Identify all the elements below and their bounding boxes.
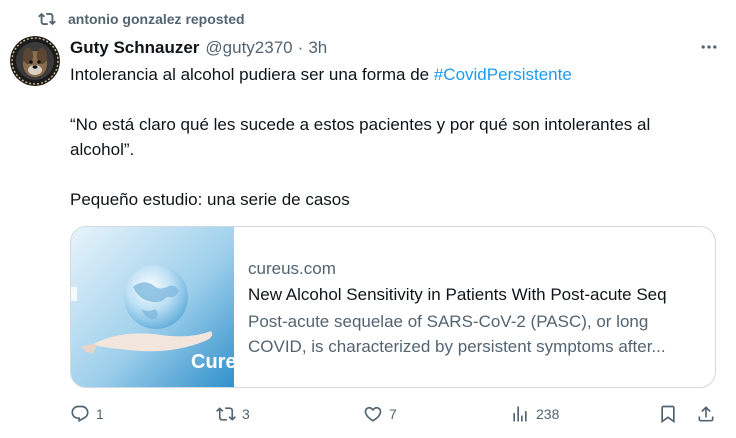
card-domain: cureus.com xyxy=(248,259,336,278)
more-options-button[interactable] xyxy=(698,36,720,58)
card-title: New Alcohol Sensitivity in Patients With… xyxy=(248,285,667,304)
card-image-label: Cure xyxy=(191,351,237,373)
post-text: Intolerancia al alcohol pudiera ser una … xyxy=(70,62,710,212)
card-description: Post-acute sequelae of SARS-CoV-2 (PASC)… xyxy=(248,312,666,356)
post-line-1: Intolerancia al alcohol pudiera ser una … xyxy=(70,62,710,87)
repost-count: 3 xyxy=(242,406,250,422)
like-count: 7 xyxy=(389,406,397,422)
hashtag-link[interactable]: #CovidPersistente xyxy=(434,65,572,84)
views-count: 238 xyxy=(536,406,560,422)
author-name[interactable]: Guty Schnauzer xyxy=(70,38,199,58)
reply-icon xyxy=(71,405,89,423)
post-line-1-text: Intolerancia al alcohol pudiera ser una … xyxy=(70,65,434,84)
author-handle[interactable]: @guty2370 xyxy=(205,38,292,58)
post-line-3: Pequeño estudio: una serie de casos xyxy=(70,190,350,209)
heart-icon xyxy=(364,406,382,422)
views-button[interactable]: 238 xyxy=(510,404,559,424)
bookmark-icon xyxy=(661,405,675,424)
card-text: cureus.com New Alcohol Sensitivity in Pa… xyxy=(234,227,715,387)
card-image: Cure xyxy=(71,227,237,387)
repost-indicator[interactable]: antonio gonzalez reposted xyxy=(38,8,245,30)
share-icon xyxy=(698,406,714,422)
avatar[interactable] xyxy=(10,36,60,86)
views-chart-icon xyxy=(513,406,527,422)
repost-action-icon xyxy=(216,407,236,421)
share-button[interactable] xyxy=(696,404,722,424)
action-bar: 1 3 7 238 xyxy=(70,404,720,430)
repost-icon xyxy=(38,12,56,26)
like-button[interactable]: 7 xyxy=(363,404,397,424)
reply-button[interactable]: 1 xyxy=(70,404,104,424)
repost-button[interactable]: 3 xyxy=(216,404,250,424)
repost-text: antonio gonzalez reposted xyxy=(68,11,245,27)
separator-dot: · xyxy=(297,38,304,57)
link-card[interactable]: Cure cureus.com New Alcohol Sensitivity … xyxy=(70,226,716,388)
reply-count: 1 xyxy=(96,406,104,422)
dog-avatar xyxy=(10,36,60,86)
more-icon xyxy=(701,45,717,49)
post-quote: “No está claro qué les sucede a estos pa… xyxy=(70,115,651,159)
bookmark-button[interactable] xyxy=(658,404,684,424)
post-time[interactable]: 3h xyxy=(308,38,327,58)
post-header: Guty Schnauzer @guty2370 · 3h xyxy=(70,36,720,60)
